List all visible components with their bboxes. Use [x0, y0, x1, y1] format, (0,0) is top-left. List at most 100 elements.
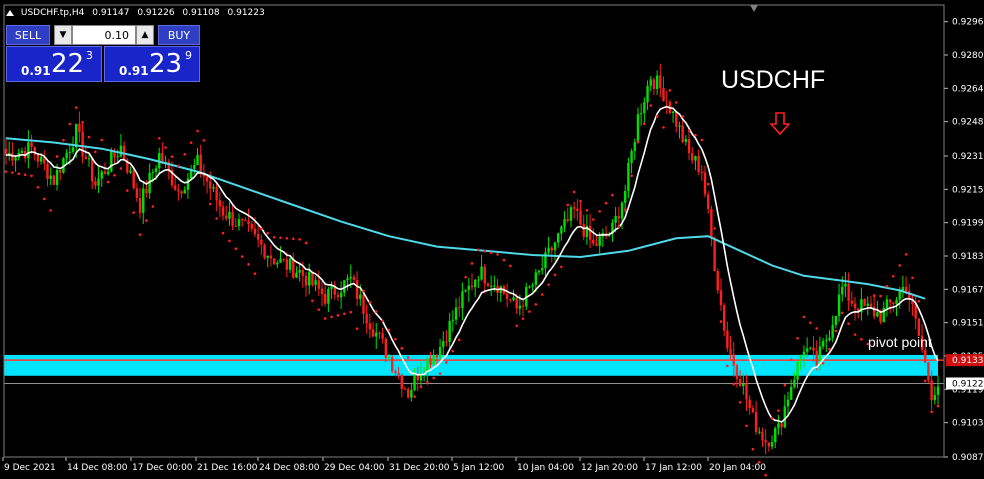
sar-dot — [917, 299, 921, 303]
bear-candle — [445, 341, 448, 343]
bear-candle — [470, 285, 474, 288]
sar-dot — [381, 319, 384, 323]
sar-dot — [394, 337, 397, 341]
x-tick-label: 24 Dec 08:00 — [259, 463, 320, 473]
bull-candle — [27, 142, 30, 159]
sar-dot — [4, 170, 8, 173]
sar-dot — [630, 174, 633, 178]
bear-candle — [253, 228, 257, 235]
bull-candle — [547, 247, 550, 253]
bull-candle — [828, 337, 831, 340]
sar-dot — [62, 138, 65, 142]
bear-candle — [764, 440, 767, 443]
bear-candle — [59, 169, 62, 173]
bear-candle — [566, 219, 569, 221]
bear-candle — [371, 329, 375, 337]
bear-candle — [4, 148, 8, 156]
sar-dot — [930, 410, 933, 413]
bear-candle — [384, 338, 388, 358]
sar-dot — [138, 233, 142, 236]
bear-candle — [435, 355, 439, 358]
bear-candle — [292, 258, 295, 278]
x-tick-label: 10 Jan 04:00 — [517, 463, 574, 473]
sar-dot — [189, 141, 193, 144]
ohlc-open: 0.91147 — [92, 8, 130, 18]
sar-dot — [68, 122, 72, 126]
bear-candle — [697, 156, 700, 172]
bear-candle — [505, 293, 509, 299]
bull-candle — [438, 347, 442, 358]
bear-candle — [595, 243, 598, 246]
sar-dot — [368, 301, 372, 304]
bear-candle — [582, 224, 585, 237]
bull-candle — [825, 339, 828, 341]
y-tick-label: 0.91835 — [952, 252, 984, 262]
sar-dot — [100, 138, 104, 142]
bear-candle — [209, 181, 212, 189]
bear-candle — [218, 200, 222, 207]
ohlc-low: 0.91108 — [182, 8, 220, 18]
sar-dot — [745, 424, 748, 428]
bull-candle — [477, 279, 480, 281]
bull-candle — [480, 266, 483, 280]
bull-candle — [154, 168, 158, 173]
bear-candle — [853, 303, 857, 309]
collapse-triangle-icon[interactable] — [6, 9, 14, 16]
sar-dot — [598, 210, 601, 213]
sar-dot — [521, 317, 525, 320]
bull-candle — [448, 320, 451, 342]
bull-candle — [620, 202, 624, 219]
lot-decrease-button[interactable]: ▼ — [54, 25, 72, 45]
bull-candle — [655, 75, 659, 89]
sar-dot — [802, 315, 806, 319]
bull-candle — [339, 292, 343, 298]
bear-candle — [173, 185, 177, 190]
sar-dot — [240, 255, 244, 258]
bull-candle — [560, 226, 563, 234]
sar-dot — [304, 241, 308, 245]
bull-candle — [796, 360, 799, 380]
bear-candle — [272, 258, 276, 265]
sar-dot — [221, 231, 225, 235]
slow-moving-average — [5, 137, 926, 300]
sar-dot — [547, 283, 550, 286]
sar-dot — [132, 211, 135, 214]
sar-dot — [406, 356, 410, 359]
bull-candle — [774, 428, 777, 443]
down-arrow-icon — [770, 112, 790, 136]
sell-button[interactable]: SELL — [6, 25, 50, 45]
bear-candle — [879, 312, 882, 323]
bear-candle — [352, 276, 356, 280]
lot-increase-button[interactable]: ▲ — [136, 25, 154, 45]
sar-dot — [540, 293, 544, 296]
buy-price-quote[interactable]: 0.91 23 9 — [104, 46, 200, 82]
bull-candle — [678, 125, 681, 127]
y-tick-label: 0.92155 — [952, 185, 984, 195]
sar-dot — [591, 218, 595, 221]
bear-candle — [863, 299, 866, 306]
sar-dot — [30, 174, 33, 178]
y-tick-label: 0.92480 — [952, 118, 984, 128]
bear-candle — [365, 313, 368, 324]
bear-candle — [729, 348, 732, 355]
sar-dot — [604, 201, 608, 205]
bull-candle — [598, 236, 601, 246]
sell-price-quote[interactable]: 0.91 22 3 — [6, 46, 102, 82]
bear-candle — [675, 111, 678, 127]
bull-candle — [55, 169, 59, 185]
lot-size-input[interactable]: 0.10 — [72, 25, 136, 45]
sar-dot — [821, 361, 825, 365]
sar-dot — [668, 89, 672, 92]
bull-candle — [834, 315, 838, 325]
bull-candle — [183, 189, 186, 194]
bull-candle — [783, 406, 786, 428]
bear-candle — [732, 354, 735, 366]
bull-candle — [627, 162, 630, 192]
sar-dot — [751, 447, 755, 451]
buy-button[interactable]: BUY — [158, 25, 200, 45]
y-tick-label: 0.91675 — [952, 285, 984, 295]
x-tick-label: 12 Jan 20:00 — [581, 463, 638, 473]
sar-dot — [247, 263, 250, 266]
chart-header: USDCHF.tp,H4 0.91147 0.91226 0.91108 0.9… — [6, 8, 270, 18]
chart-shift-marker-icon[interactable] — [750, 5, 758, 13]
